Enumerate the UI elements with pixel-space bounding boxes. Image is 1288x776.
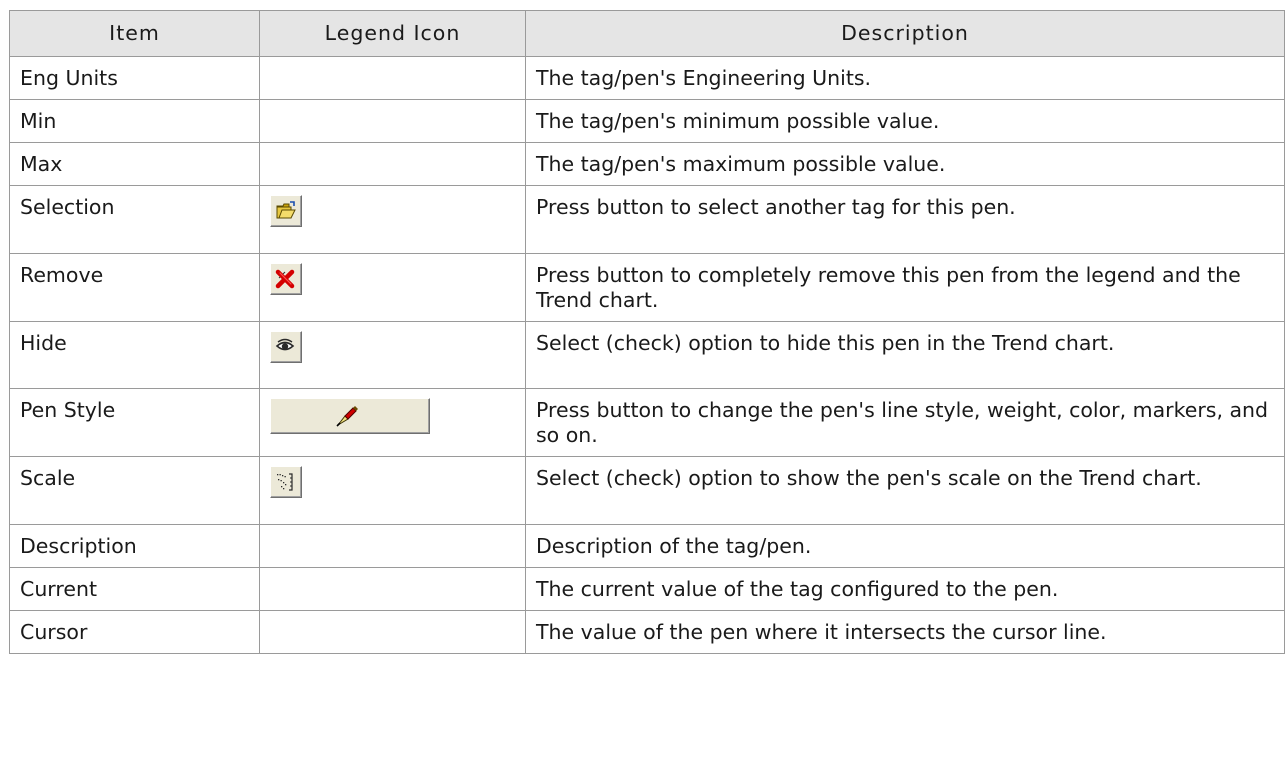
icon-cell (259, 610, 526, 654)
remove-button[interactable] (270, 263, 302, 295)
icon-cell (259, 321, 526, 389)
item-cell: Eng Units (9, 56, 260, 100)
table-header-row: Item Legend Icon Description (9, 10, 1285, 57)
item-cell: Max (9, 142, 260, 186)
icon-cell (259, 567, 526, 611)
hide-toggle[interactable] (270, 331, 302, 363)
table-row: Cursor The value of the pen where it int… (9, 610, 1285, 654)
table-row: Scale Select (check) option to show the … (9, 456, 1285, 525)
description-cell: Description of the tag/pen. (525, 524, 1285, 568)
table-row: Hide Select (check) option to hide this … (9, 321, 1285, 389)
description-cell: Select (check) option to hide this pen i… (525, 321, 1285, 389)
open-folder-icon (276, 201, 296, 219)
table-row: Remove Press button to completely remove… (9, 253, 1285, 322)
legend-items-table: Item Legend Icon Description Eng Units T… (9, 10, 1285, 654)
header-item: Item (9, 10, 260, 57)
icon-cell (259, 185, 526, 254)
header-description: Description (525, 10, 1285, 57)
description-cell: The tag/pen's maximum possible value. (525, 142, 1285, 186)
description-cell: Press button to completely remove this p… (525, 253, 1285, 322)
scale-icon (277, 473, 293, 491)
description-cell: The current value of the tag configured … (525, 567, 1285, 611)
eye-icon (275, 338, 295, 351)
item-cell: Selection (9, 185, 260, 254)
item-cell: Current (9, 567, 260, 611)
selection-button[interactable] (270, 195, 302, 227)
table-row: Min The tag/pen's minimum possible value… (9, 99, 1285, 143)
description-cell: Press button to change the pen's line st… (525, 388, 1285, 457)
item-cell: Scale (9, 456, 260, 525)
table-row: Eng Units The tag/pen's Engineering Unit… (9, 56, 1285, 100)
pen-brush-icon (336, 406, 358, 427)
table-row: Current The current value of the tag con… (9, 567, 1285, 611)
icon-cell (259, 524, 526, 568)
item-cell: Remove (9, 253, 260, 322)
description-cell: The value of the pen where it intersects… (525, 610, 1285, 654)
description-cell: The tag/pen's minimum possible value. (525, 99, 1285, 143)
item-cell: Cursor (9, 610, 260, 654)
icon-cell (259, 388, 526, 457)
red-x-delete-icon (275, 269, 295, 289)
item-cell: Min (9, 99, 260, 143)
table-row: Selection Press button to select another… (9, 185, 1285, 254)
item-cell: Pen Style (9, 388, 260, 457)
table-row: Description Description of the tag/pen. (9, 524, 1285, 568)
pen-style-button[interactable] (270, 398, 430, 434)
icon-cell (259, 456, 526, 525)
item-cell: Description (9, 524, 260, 568)
icon-cell (259, 142, 526, 186)
description-cell: The tag/pen's Engineering Units. (525, 56, 1285, 100)
table-row: Max The tag/pen's maximum possible value… (9, 142, 1285, 186)
item-cell: Hide (9, 321, 260, 389)
description-cell: Select (check) option to show the pen's … (525, 456, 1285, 525)
header-legend-icon: Legend Icon (259, 10, 526, 57)
table-row: Pen Style Press button to change the pen… (9, 388, 1285, 457)
icon-cell (259, 99, 526, 143)
scale-toggle[interactable] (270, 466, 302, 498)
description-cell: Press button to select another tag for t… (525, 185, 1285, 254)
icon-cell (259, 253, 526, 322)
icon-cell (259, 56, 526, 100)
